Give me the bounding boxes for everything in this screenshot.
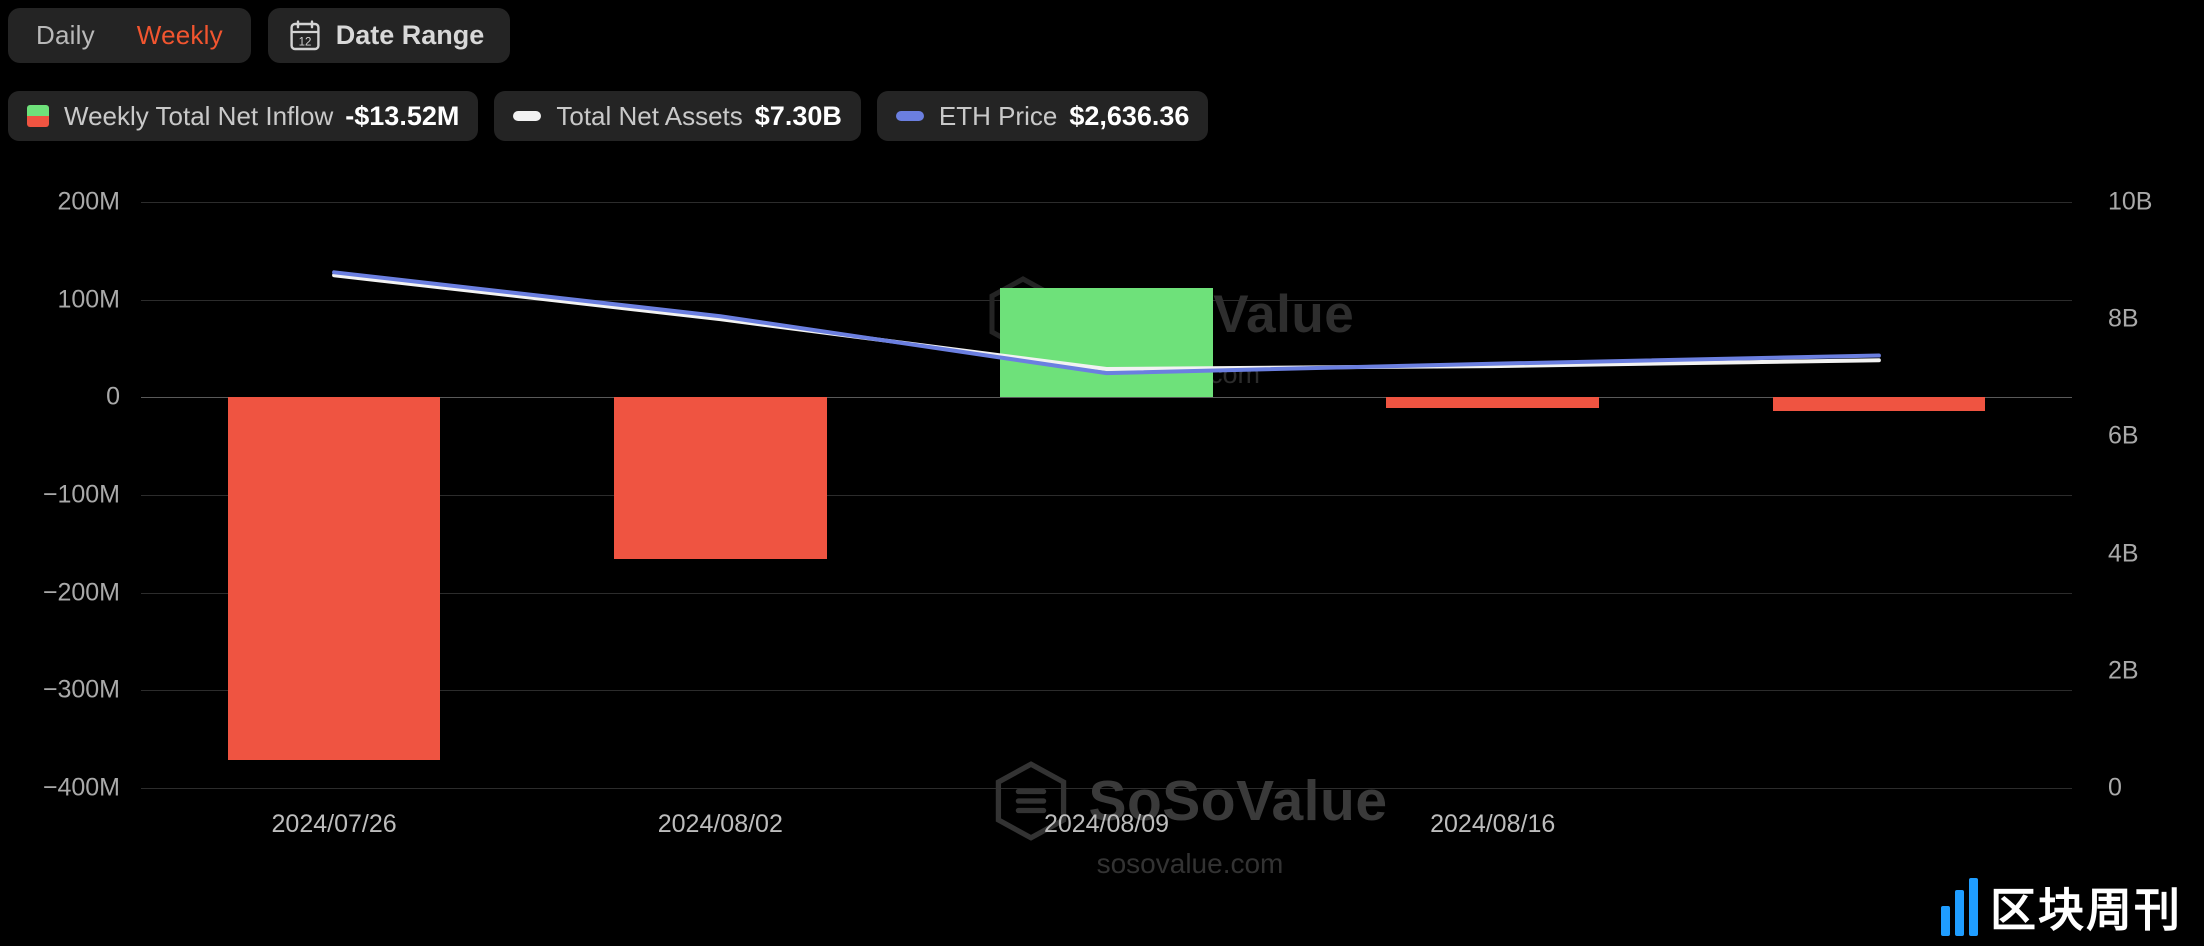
signal-bars-icon xyxy=(1941,878,1978,936)
legend-value-net-inflow: -$13.52M xyxy=(345,100,460,131)
legend-label-total-net-assets: Total Net Assets xyxy=(556,100,743,131)
x-axis-tick: 2024/08/09 xyxy=(1043,810,1170,838)
publisher-name: 区块周刊 xyxy=(1990,883,2182,937)
calendar-icon: 12 xyxy=(290,20,320,51)
chart-canvas[interactable]: 200M 100M 0 −100M −200M −300M −400M 10B 8B 6B 4B 2… xyxy=(0,150,2204,946)
line-eth-price xyxy=(332,270,1881,376)
line-total-net-assets xyxy=(332,273,1881,372)
legend-item-net-inflow[interactable]: Weekly Total Net Inflow -$13.52M xyxy=(8,91,479,141)
chart-legend: Weekly Total Net Inflow -$13.52M Total N… xyxy=(8,91,1209,141)
legend-marker-line-icon xyxy=(513,111,542,121)
toolbar: Daily Weekly 12 Date Range xyxy=(8,8,511,63)
tab-daily[interactable]: Daily xyxy=(18,14,113,57)
legend-label-net-inflow: Weekly Total Net Inflow xyxy=(64,100,334,131)
legend-marker-line-icon xyxy=(895,111,924,121)
x-axis-tick: 2024/08/16 xyxy=(1430,810,1556,838)
publisher-logo: 区块周刊 xyxy=(1941,874,2182,940)
date-range-button[interactable]: 12 Date Range xyxy=(267,8,511,63)
svg-text:12: 12 xyxy=(298,36,311,48)
legend-item-eth-price[interactable]: ETH Price $2,636.36 xyxy=(876,91,1209,141)
legend-value-total-net-assets: $7.30B xyxy=(754,100,842,131)
legend-item-total-net-assets[interactable]: Total Net Assets $7.30B xyxy=(494,91,861,141)
legend-value-eth-price: $2,636.36 xyxy=(1069,100,1190,131)
legend-marker-split-square-icon xyxy=(27,105,49,127)
interval-toggle-group[interactable]: Daily Weekly xyxy=(8,8,251,63)
x-axis-tick: 2024/07/26 xyxy=(271,810,397,838)
legend-label-eth-price: ETH Price xyxy=(938,100,1058,131)
date-range-label: Date Range xyxy=(335,20,485,50)
tab-weekly[interactable]: Weekly xyxy=(119,14,241,57)
x-axis-tick: 2024/08/02 xyxy=(657,810,783,838)
